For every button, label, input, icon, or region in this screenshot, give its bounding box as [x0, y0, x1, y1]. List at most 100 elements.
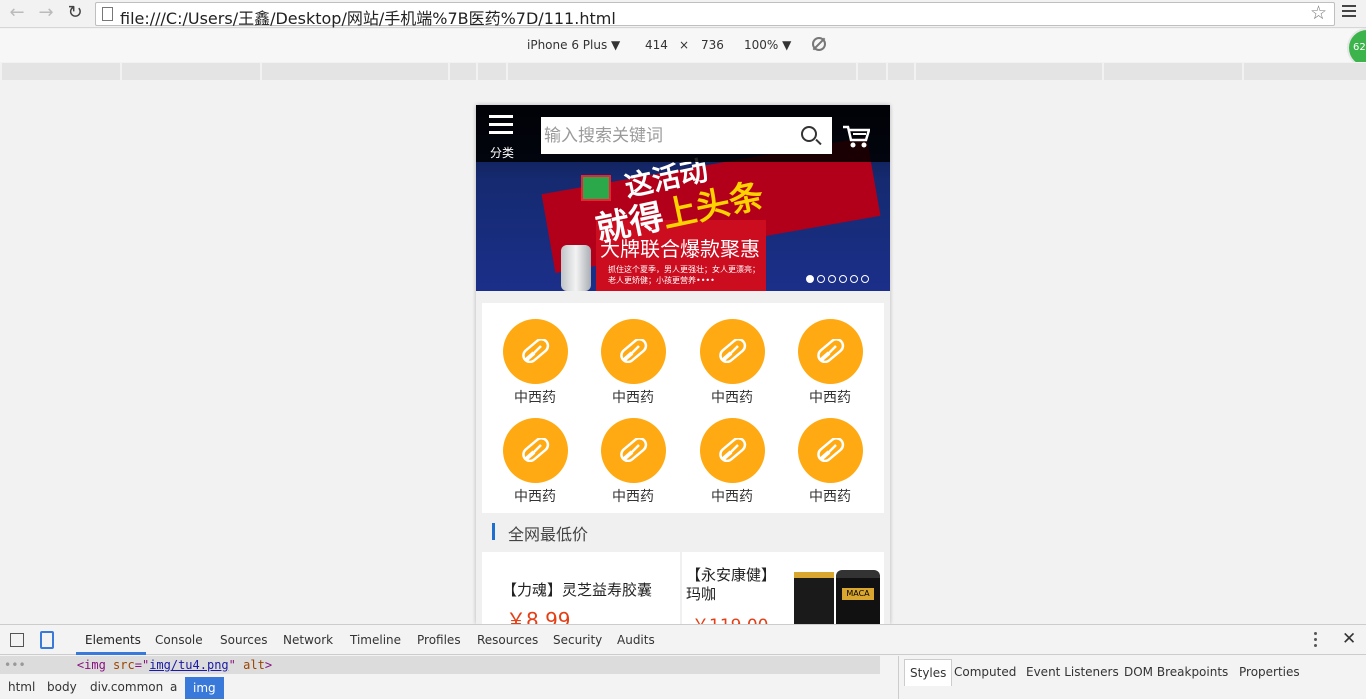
category-item[interactable]: 中西药 — [495, 402, 575, 505]
category-item[interactable]: 中西药 — [593, 303, 673, 406]
category-circle — [503, 319, 568, 384]
tab-dom-breakpoints[interactable]: DOM Breakpoints — [1124, 665, 1228, 679]
breadcrumb-item-active[interactable]: img — [185, 677, 224, 699]
mobile-page: 这活动 就得上头条 大牌联合爆款聚惠 抓住这个夏季，男人更强壮；女人更漂亮； 老人… — [476, 105, 890, 624]
browser-toolbar: ← → ↻ file:///C:/Users/王鑫/Desktop/网站/手机端… — [0, 0, 1366, 28]
pill-icon — [620, 438, 648, 462]
tab-sources[interactable]: Sources — [220, 633, 267, 647]
inspect-icon[interactable] — [10, 633, 24, 647]
dom-tree-line[interactable]: ••• <img src="img/tu4.png" alt> — [0, 656, 880, 674]
url-text[interactable]: file:///C:/Users/王鑫/Desktop/网站/手机端%7B医药%… — [120, 5, 616, 29]
category-circle — [700, 319, 765, 384]
category-circle — [798, 418, 863, 483]
bottle-image — [561, 245, 591, 291]
close-devtools-icon[interactable]: ✕ — [1342, 629, 1356, 649]
product-price: ￥8.99 — [506, 608, 571, 624]
category-item[interactable]: 中西药 — [790, 402, 870, 505]
tab-console[interactable]: Console — [155, 633, 203, 647]
pill-icon — [522, 339, 550, 363]
more-options-icon[interactable] — [1314, 632, 1318, 650]
tab-computed[interactable]: Computed — [954, 665, 1016, 679]
category-item[interactable]: 中西药 — [692, 303, 772, 406]
tab-styles[interactable]: Styles — [904, 659, 953, 686]
carousel-dot[interactable] — [806, 275, 814, 283]
tab-audits[interactable]: Audits — [617, 633, 655, 647]
carousel-dot[interactable] — [828, 275, 836, 283]
breadcrumb-item[interactable]: a — [170, 680, 177, 694]
forward-icon[interactable]: → — [35, 2, 57, 24]
category-grid: 中西药 中西药 中西药 中西药 中西药 中西药 中西药 中西药 — [482, 303, 884, 513]
carousel-dot[interactable] — [817, 275, 825, 283]
tab-security[interactable]: Security — [553, 633, 602, 647]
tab-resources[interactable]: Resources — [477, 633, 538, 647]
pill-icon — [719, 438, 747, 462]
product-badge: MACA — [842, 588, 874, 600]
device-select[interactable]: iPhone 6 Plus ▼ — [527, 38, 620, 52]
device-toolbar: iPhone 6 Plus ▼ 414 × 736 100% ▼ — [0, 29, 1366, 62]
bookmark-star-icon[interactable]: ☆ — [1310, 2, 1327, 24]
page-icon — [102, 7, 113, 21]
search-box[interactable] — [541, 117, 832, 154]
height-field[interactable]: 736 — [701, 38, 724, 52]
breadcrumb-item[interactable]: div.common — [90, 680, 163, 694]
width-field[interactable]: 414 — [645, 38, 668, 52]
list-menu-icon — [489, 115, 513, 139]
section-title: 全网最低价 — [508, 525, 589, 544]
search-input[interactable] — [541, 117, 796, 154]
tab-profiles[interactable]: Profiles — [417, 633, 461, 647]
viewport: 这活动 就得上头条 大牌联合爆款聚惠 抓住这个夏季，男人更强壮；女人更漂亮； 老人… — [0, 81, 1366, 624]
category-label: 中西药 — [514, 489, 556, 505]
carousel-dot[interactable] — [839, 275, 847, 283]
browser-menu-icon[interactable] — [1342, 5, 1356, 20]
rotate-icon[interactable] — [812, 37, 826, 51]
product-price: ￥119.00 — [692, 611, 768, 624]
breadcrumb-item[interactable]: body — [47, 680, 77, 694]
times-sign: × — [679, 38, 690, 52]
pill-icon — [817, 339, 845, 363]
section-accent-bar — [492, 523, 495, 540]
src-link[interactable]: img/tu4.png — [149, 658, 228, 672]
category-label: 分类 — [490, 146, 515, 160]
product-image[interactable]: MACA — [794, 566, 880, 624]
category-circle — [700, 418, 765, 483]
search-icon[interactable] — [801, 126, 817, 142]
tab-properties[interactable]: Properties — [1239, 665, 1300, 679]
tab-timeline[interactable]: Timeline — [350, 633, 401, 647]
devtools-tabbar: Elements Console Sources Network Timelin… — [0, 625, 1366, 655]
devtools-panel: Elements Console Sources Network Timelin… — [0, 624, 1366, 699]
product-name[interactable]: 【永安康健】 玛咖 — [686, 566, 776, 604]
product-name[interactable]: 【力魂】灵芝益寿胶囊 — [502, 581, 652, 600]
product-box — [794, 572, 834, 624]
carousel-dot[interactable] — [861, 275, 869, 283]
category-item[interactable]: 中西药 — [593, 402, 673, 505]
category-item[interactable]: 中西药 — [692, 402, 772, 505]
category-label: 中西药 — [809, 489, 851, 505]
tab-elements[interactable]: Elements — [85, 633, 141, 647]
active-tab-indicator — [76, 652, 146, 655]
tab-event-listeners[interactable]: Event Listeners — [1026, 665, 1119, 679]
expand-dots[interactable]: ••• — [4, 658, 26, 672]
category-circle — [601, 418, 666, 483]
styles-tabbar: Styles Computed Event Listeners DOM Brea… — [898, 656, 1366, 699]
cart-icon[interactable] — [842, 125, 870, 149]
category-item[interactable]: 中西药 — [495, 303, 575, 406]
category-button[interactable]: 分类 — [486, 113, 516, 160]
tab-network[interactable]: Network — [283, 633, 333, 647]
reload-icon[interactable]: ↻ — [64, 2, 86, 24]
carousel-dots[interactable] — [806, 275, 872, 283]
zoom-select[interactable]: 100% ▼ — [744, 38, 791, 52]
back-icon[interactable]: ← — [6, 2, 28, 24]
gift-icon — [581, 175, 611, 201]
media-query-ruler[interactable] — [0, 62, 1366, 81]
device-mode-icon[interactable] — [40, 631, 54, 649]
product-card[interactable]: 【力魂】灵芝益寿胶囊 ￥8.99 — [482, 552, 680, 624]
pill-icon — [522, 438, 550, 462]
breadcrumb-item[interactable]: html — [8, 680, 35, 694]
category-item[interactable]: 中西药 — [790, 303, 870, 406]
address-bar[interactable]: file:///C:/Users/王鑫/Desktop/网站/手机端%7B医药%… — [95, 2, 1335, 29]
category-circle — [601, 319, 666, 384]
banner-line3: 大牌联合爆款聚惠 — [600, 237, 760, 261]
pill-icon — [620, 339, 648, 363]
product-card[interactable]: 【永安康健】玛咖 ￥119.00 MACA — [682, 552, 884, 624]
carousel-dot[interactable] — [850, 275, 858, 283]
